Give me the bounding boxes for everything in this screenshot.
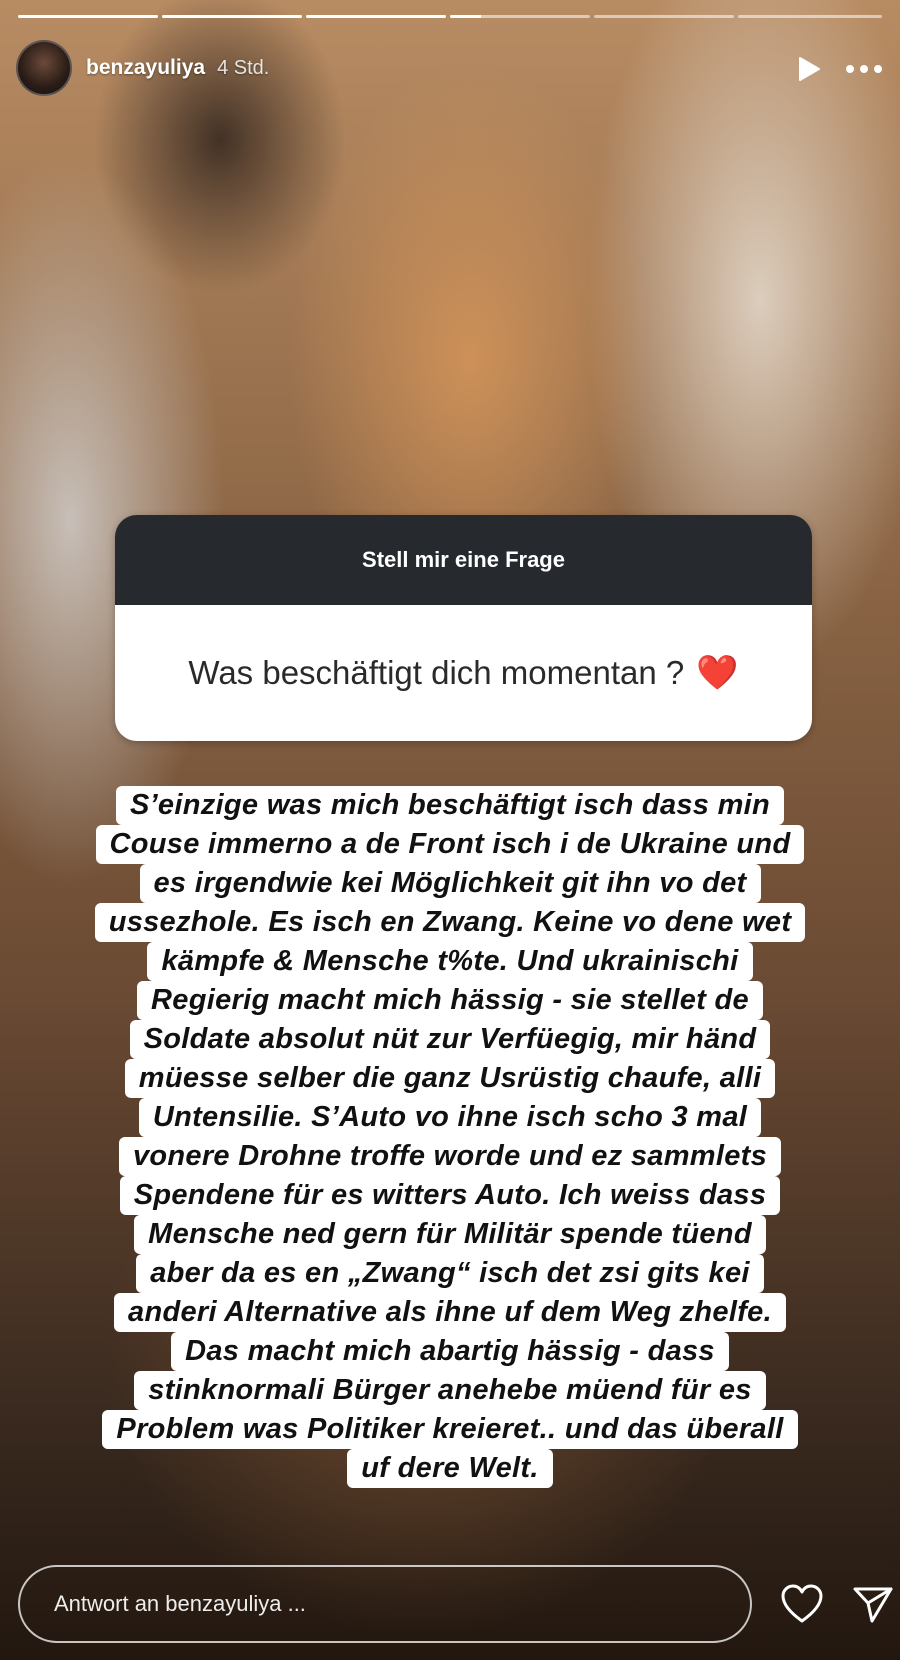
answer-line: Problem was Politiker kreieret.. und das… <box>102 1410 798 1449</box>
question-sticker[interactable]: Stell mir eine Frage Was beschäftigt dic… <box>115 515 812 741</box>
answer-line: Regierig macht mich hässig - sie stellet… <box>137 981 763 1020</box>
answer-line: Couse immerno a de Front isch i de Ukrai… <box>95 825 805 864</box>
reply-input[interactable]: Antwort an benzayuliya ... <box>18 1565 752 1643</box>
avatar[interactable] <box>16 40 72 96</box>
answer-line: ussezhole. Es isch en Zwang. Keine vo de… <box>94 903 806 942</box>
answer-line: S’einzige was mich beschäftigt isch dass… <box>115 786 785 825</box>
answer-line: stinknormali Bürger anehebe müend für es <box>134 1371 766 1410</box>
question-text: Was beschäftigt dich momentan ? <box>188 654 685 691</box>
story-header: benzayuliya 4 Std. <box>16 40 884 96</box>
answer-line: aber da es en „Zwang“ isch det zsi gits … <box>136 1254 764 1293</box>
answer-line: Spendene für es witters Auto. Ich weiss … <box>119 1176 781 1215</box>
question-sticker-title: Stell mir eine Frage <box>115 515 812 605</box>
play-icon[interactable] <box>794 55 822 83</box>
more-icon[interactable] <box>844 57 884 81</box>
story-progress-segment-1 <box>18 15 158 18</box>
heart-icon[interactable] <box>780 1583 824 1625</box>
answer-text-block: S’einzige was mich beschäftigt isch dass… <box>20 786 880 1488</box>
answer-line: vonere Drohne troffe worde und ez sammle… <box>118 1137 782 1176</box>
question-sticker-body: Was beschäftigt dich momentan ? ❤️ <box>115 605 812 741</box>
story-progress-segment-5 <box>594 15 734 18</box>
story-progress-segment-4 <box>450 15 590 18</box>
answer-line: anderi Alternative als ihne uf dem Weg z… <box>114 1293 786 1332</box>
answer-line: kämpfe & Mensche t%te. Und ukrainischi <box>147 942 753 981</box>
answer-line: Soldate absolut nüt zur Verfüegig, mir h… <box>129 1020 771 1059</box>
story-viewer[interactable]: benzayuliya 4 Std. Stell mir eine Frage … <box>0 0 900 1660</box>
heart-emoji: ❤️ <box>696 654 739 692</box>
story-progress-segment-6 <box>738 15 882 18</box>
answer-line: Mensche ned gern für Militär spende tüen… <box>134 1215 766 1254</box>
story-progress-segment-2 <box>162 15 302 18</box>
send-icon[interactable] <box>852 1583 894 1625</box>
answer-line: uf dere Welt. <box>347 1449 553 1488</box>
answer-line: Das macht mich abartig hässig - dass <box>171 1332 729 1371</box>
answer-line: Untensilie. S’Auto vo ihne isch scho 3 m… <box>138 1098 762 1137</box>
username[interactable]: benzayuliya <box>86 56 205 80</box>
story-progress-segment-3 <box>306 15 446 18</box>
answer-line: müesse selber die ganz Usrüstig chaufe, … <box>124 1059 776 1098</box>
answer-line: es irgendwie kei Möglichkeit git ihn vo … <box>139 864 761 903</box>
reply-placeholder: Antwort an benzayuliya ... <box>54 1591 306 1616</box>
post-time: 4 Std. <box>217 56 270 79</box>
